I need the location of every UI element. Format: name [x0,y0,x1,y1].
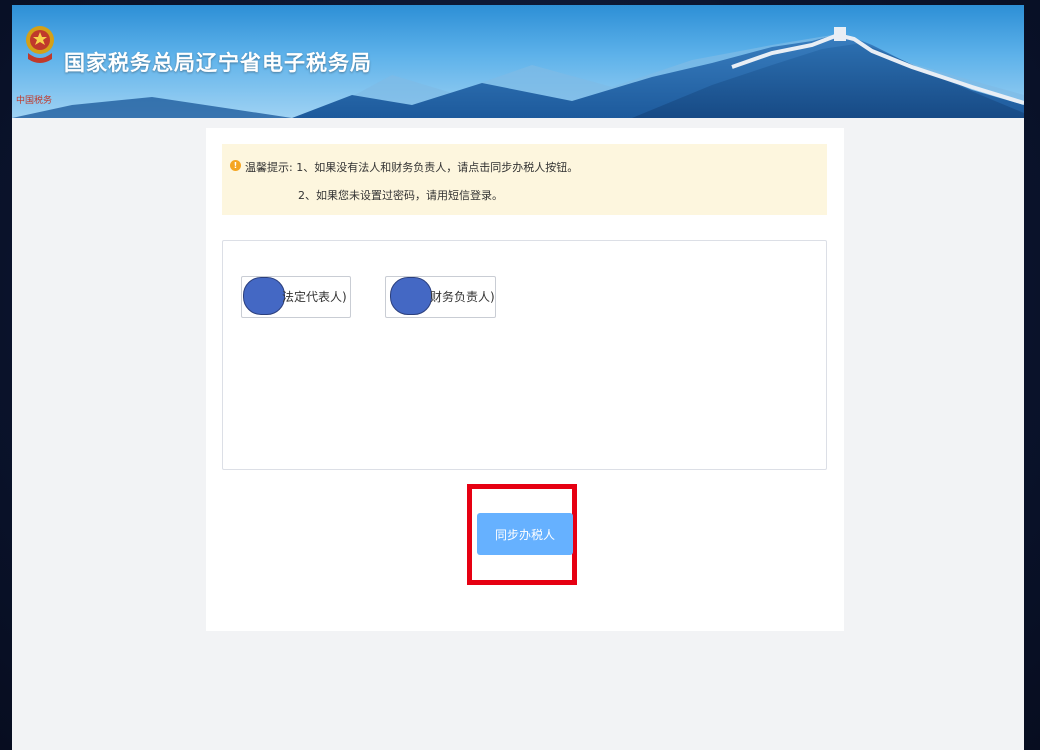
person-selection-box: 法定代表人) 财务负责人) [222,240,827,470]
legal-representative-button[interactable]: 法定代表人) [241,276,351,318]
redaction-mark [243,277,285,315]
browser-screen: 中国税务 国家税务总局辽宁省电子税务局 ! 温馨提示: 1、如果没有法人和财务负… [12,5,1024,750]
site-title: 国家税务总局辽宁省电子税务局 [64,51,372,75]
finance-manager-button[interactable]: 财务负责人) [385,276,496,318]
redaction-mark [390,277,432,315]
tip-line-1: 温馨提示: 1、如果没有法人和财务负责人，请点击同步办税人按钮。 [245,161,579,174]
info-circle-icon: ! [230,160,241,171]
finance-manager-label: 财务负责人) [430,290,495,304]
login-panel: ! 温馨提示: 1、如果没有法人和财务负责人，请点击同步办税人按钮。 2、如果您… [206,128,844,631]
tax-emblem-icon [26,26,54,63]
site-header: 中国税务 国家税务总局辽宁省电子税务局 [12,5,1024,118]
tip-box: ! 温馨提示: 1、如果没有法人和财务负责人，请点击同步办税人按钮。 2、如果您… [222,144,827,215]
emblem-caption: 中国税务 [16,96,53,106]
legal-representative-label: 法定代表人) [282,290,347,304]
sync-taxpayer-button[interactable]: 同步办税人 [477,513,573,555]
tip-line-2: 2、如果您未设置过密码，请用短信登录。 [298,189,503,202]
